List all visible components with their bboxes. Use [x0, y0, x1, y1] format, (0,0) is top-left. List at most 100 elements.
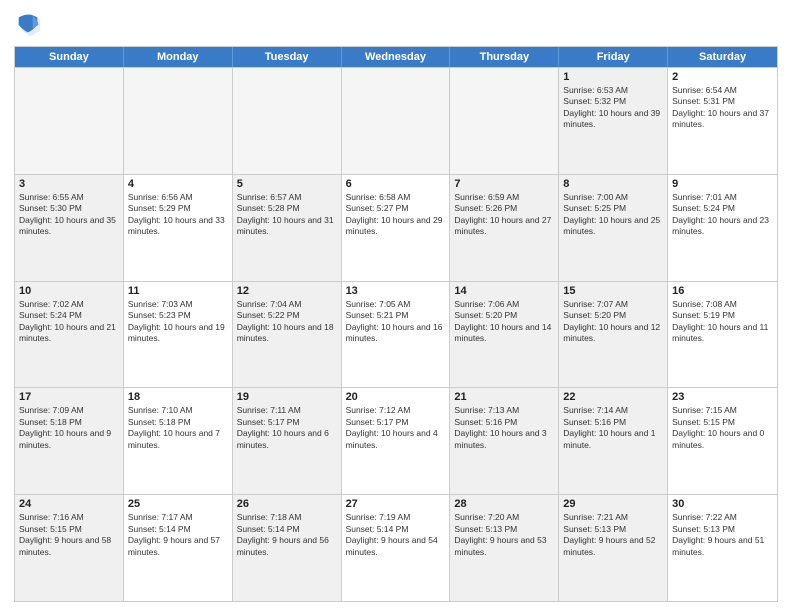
day-number: 13 [346, 285, 446, 297]
calendar-cell: 19Sunrise: 7:11 AM Sunset: 5:17 PM Dayli… [233, 388, 342, 494]
cell-info: Sunrise: 7:21 AM Sunset: 5:13 PM Dayligh… [563, 512, 663, 558]
cell-info: Sunrise: 6:58 AM Sunset: 5:27 PM Dayligh… [346, 192, 446, 238]
calendar-cell: 4 Sunrise: 6:56 AM Sunset: 5:29 PM Daylig… [124, 175, 233, 281]
cell-info: Sunrise: 7:12 AM Sunset: 5:17 PM Dayligh… [346, 405, 446, 451]
calendar-cell: 11Sunrise: 7:03 AM Sunset: 5:23 PM Dayli… [124, 282, 233, 388]
calendar-cell: 21Sunrise: 7:13 AM Sunset: 5:16 PM Dayli… [450, 388, 559, 494]
day-number: 10 [19, 285, 119, 297]
day-number: 4 [128, 178, 228, 190]
cell-info: Sunrise: 6:59 AM Sunset: 5:26 PM Dayligh… [454, 192, 554, 238]
day-number: 16 [672, 285, 773, 297]
day-number: 1 [563, 71, 663, 83]
cell-info: Sunrise: 6:53 AM Sunset: 5:32 PM Dayligh… [563, 85, 663, 131]
day-number: 6 [346, 178, 446, 190]
calendar-cell: 24 Sunrise: 7:16 AM Sunset: 5:15 PM Dayli… [15, 495, 124, 601]
calendar-cell: 6 Sunrise: 6:58 AM Sunset: 5:27 PM Daylig… [342, 175, 451, 281]
calendar-cell: 2Sunrise: 6:54 AM Sunset: 5:31 PM Daylig… [668, 68, 777, 174]
cell-info: Sunrise: 7:18 AM Sunset: 5:14 PM Dayligh… [237, 512, 337, 558]
calendar-cell: 16 Sunrise: 7:08 AM Sunset: 5:19 PM Dayli… [668, 282, 777, 388]
weekday-header-friday: Friday [559, 47, 668, 67]
cell-info: Sunrise: 7:05 AM Sunset: 5:21 PM Dayligh… [346, 299, 446, 345]
calendar-cell: 9Sunrise: 7:01 AM Sunset: 5:24 PM Daylig… [668, 175, 777, 281]
day-number: 15 [563, 285, 663, 297]
calendar-cell: 10Sunrise: 7:02 AM Sunset: 5:24 PM Dayli… [15, 282, 124, 388]
logo [14, 10, 46, 38]
day-number: 28 [454, 498, 554, 510]
calendar-cell: 13 Sunrise: 7:05 AM Sunset: 5:21 PM Dayli… [342, 282, 451, 388]
calendar-row-2: 3 Sunrise: 6:55 AM Sunset: 5:30 PM Daylig… [15, 174, 777, 281]
day-number: 20 [346, 391, 446, 403]
day-number: 26 [237, 498, 337, 510]
day-number: 12 [237, 285, 337, 297]
cell-info: Sunrise: 7:17 AM Sunset: 5:14 PM Dayligh… [128, 512, 228, 558]
calendar-cell: 18 Sunrise: 7:10 AM Sunset: 5:18 PM Dayli… [124, 388, 233, 494]
day-number: 25 [128, 498, 228, 510]
calendar-row-4: 17 Sunrise: 7:09 AM Sunset: 5:18 PM Dayli… [15, 387, 777, 494]
cell-info: Sunrise: 7:19 AM Sunset: 5:14 PM Dayligh… [346, 512, 446, 558]
day-number: 3 [19, 178, 119, 190]
calendar-cell: 8 Sunrise: 7:00 AM Sunset: 5:25 PM Daylig… [559, 175, 668, 281]
calendar-header: SundayMondayTuesdayWednesdayThursdayFrid… [15, 47, 777, 67]
calendar-cell [450, 68, 559, 174]
calendar-cell: 30 Sunrise: 7:22 AM Sunset: 5:13 PM Dayli… [668, 495, 777, 601]
day-number: 5 [237, 178, 337, 190]
day-number: 17 [19, 391, 119, 403]
cell-info: Sunrise: 6:56 AM Sunset: 5:29 PM Dayligh… [128, 192, 228, 238]
cell-info: Sunrise: 6:54 AM Sunset: 5:31 PM Dayligh… [672, 85, 773, 131]
day-number: 23 [672, 391, 773, 403]
logo-icon [14, 10, 42, 38]
cell-info: Sunrise: 7:03 AM Sunset: 5:23 PM Dayligh… [128, 299, 228, 345]
day-number: 14 [454, 285, 554, 297]
cell-info: Sunrise: 7:13 AM Sunset: 5:16 PM Dayligh… [454, 405, 554, 451]
cell-info: Sunrise: 6:57 AM Sunset: 5:28 PM Dayligh… [237, 192, 337, 238]
cell-info: Sunrise: 7:07 AM Sunset: 5:20 PM Dayligh… [563, 299, 663, 345]
cell-info: Sunrise: 7:15 AM Sunset: 5:15 PM Dayligh… [672, 405, 773, 451]
page: SundayMondayTuesdayWednesdayThursdayFrid… [0, 0, 792, 612]
cell-info: Sunrise: 7:00 AM Sunset: 5:25 PM Dayligh… [563, 192, 663, 238]
cell-info: Sunrise: 7:22 AM Sunset: 5:13 PM Dayligh… [672, 512, 773, 558]
cell-info: Sunrise: 7:16 AM Sunset: 5:15 PM Dayligh… [19, 512, 119, 558]
cell-info: Sunrise: 7:08 AM Sunset: 5:19 PM Dayligh… [672, 299, 773, 345]
cell-info: Sunrise: 6:55 AM Sunset: 5:30 PM Dayligh… [19, 192, 119, 238]
day-number: 19 [237, 391, 337, 403]
calendar-cell: 26 Sunrise: 7:18 AM Sunset: 5:14 PM Dayli… [233, 495, 342, 601]
calendar-cell: 23 Sunrise: 7:15 AM Sunset: 5:15 PM Dayli… [668, 388, 777, 494]
calendar-row-5: 24 Sunrise: 7:16 AM Sunset: 5:15 PM Dayli… [15, 494, 777, 601]
calendar-cell: 27 Sunrise: 7:19 AM Sunset: 5:14 PM Dayli… [342, 495, 451, 601]
calendar: SundayMondayTuesdayWednesdayThursdayFrid… [14, 46, 778, 602]
day-number: 18 [128, 391, 228, 403]
weekday-header-sunday: Sunday [15, 47, 124, 67]
calendar-cell: 7Sunrise: 6:59 AM Sunset: 5:26 PM Daylig… [450, 175, 559, 281]
calendar-row-1: 1 Sunrise: 6:53 AM Sunset: 5:32 PM Daylig… [15, 67, 777, 174]
day-number: 24 [19, 498, 119, 510]
calendar-cell [15, 68, 124, 174]
calendar-cell: 17 Sunrise: 7:09 AM Sunset: 5:18 PM Dayli… [15, 388, 124, 494]
calendar-cell: 15 Sunrise: 7:07 AM Sunset: 5:20 PM Dayli… [559, 282, 668, 388]
cell-info: Sunrise: 7:09 AM Sunset: 5:18 PM Dayligh… [19, 405, 119, 451]
day-number: 27 [346, 498, 446, 510]
header [14, 10, 778, 38]
weekday-header-tuesday: Tuesday [233, 47, 342, 67]
day-number: 22 [563, 391, 663, 403]
calendar-row-3: 10Sunrise: 7:02 AM Sunset: 5:24 PM Dayli… [15, 281, 777, 388]
cell-info: Sunrise: 7:06 AM Sunset: 5:20 PM Dayligh… [454, 299, 554, 345]
day-number: 8 [563, 178, 663, 190]
calendar-cell [124, 68, 233, 174]
cell-info: Sunrise: 7:20 AM Sunset: 5:13 PM Dayligh… [454, 512, 554, 558]
day-number: 29 [563, 498, 663, 510]
weekday-header-saturday: Saturday [668, 47, 777, 67]
cell-info: Sunrise: 7:04 AM Sunset: 5:22 PM Dayligh… [237, 299, 337, 345]
calendar-cell: 22 Sunrise: 7:14 AM Sunset: 5:16 PM Dayli… [559, 388, 668, 494]
calendar-cell: 29 Sunrise: 7:21 AM Sunset: 5:13 PM Dayli… [559, 495, 668, 601]
calendar-cell: 28 Sunrise: 7:20 AM Sunset: 5:13 PM Dayli… [450, 495, 559, 601]
cell-info: Sunrise: 7:14 AM Sunset: 5:16 PM Dayligh… [563, 405, 663, 451]
calendar-body: 1 Sunrise: 6:53 AM Sunset: 5:32 PM Daylig… [15, 67, 777, 601]
cell-info: Sunrise: 7:10 AM Sunset: 5:18 PM Dayligh… [128, 405, 228, 451]
weekday-header-thursday: Thursday [450, 47, 559, 67]
day-number: 9 [672, 178, 773, 190]
day-number: 30 [672, 498, 773, 510]
calendar-cell: 20 Sunrise: 7:12 AM Sunset: 5:17 PM Dayli… [342, 388, 451, 494]
calendar-cell [342, 68, 451, 174]
calendar-cell: 3 Sunrise: 6:55 AM Sunset: 5:30 PM Daylig… [15, 175, 124, 281]
calendar-cell [233, 68, 342, 174]
